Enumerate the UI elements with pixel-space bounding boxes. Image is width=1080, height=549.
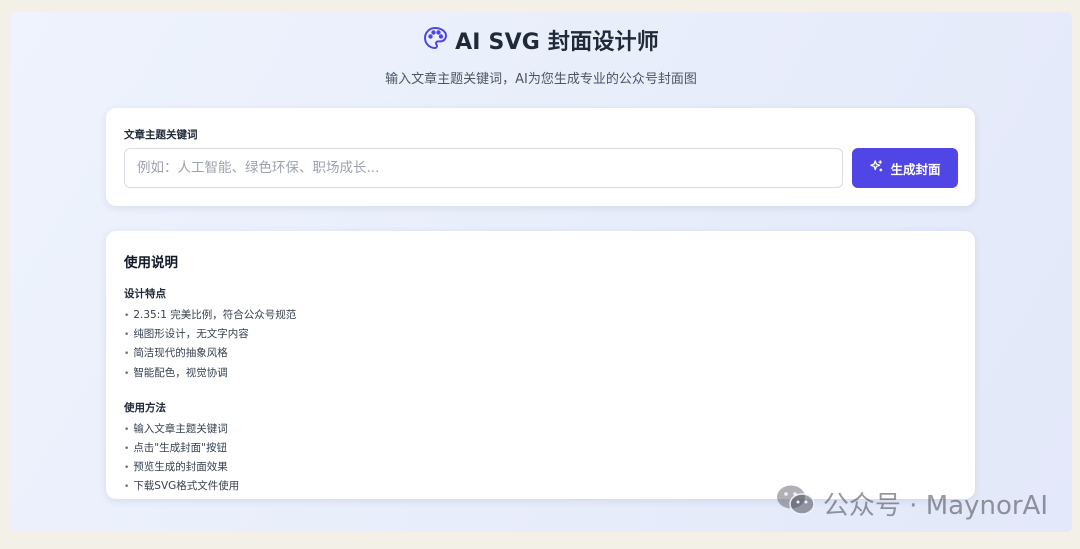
watermark-text: 公众号 · MaynorAI — [822, 491, 1048, 521]
usage-title: 使用方法 — [124, 401, 166, 414]
features-list: 2.35:1 完美比例，符合公众号规范 纯图形设计，无文字内容 简洁现代的抽象风… — [124, 306, 957, 383]
keyword-card: 文章主题关键词 生成封面 — [106, 108, 975, 206]
instructions-card: 使用说明 设计特点 2.35:1 完美比例，符合公众号规范 纯图形设计，无文字内… — [106, 231, 975, 499]
list-item: 预览生成的封面效果 — [124, 458, 957, 477]
generate-cover-button[interactable]: 生成封面 — [852, 148, 958, 188]
title-row: AI SVG 封面设计师 — [10, 24, 1072, 56]
watermark: 公众号 · MaynorAI — [775, 483, 1048, 524]
palette-icon — [423, 26, 448, 54]
page-subtitle: 输入文章主题关键词，AI为您生成专业的公众号封面图 — [385, 72, 697, 87]
wechat-icon — [775, 483, 817, 524]
features-title: 设计特点 — [124, 288, 166, 300]
keyword-label: 文章主题关键词 — [124, 129, 198, 141]
page-header: AI SVG 封面设计师 输入文章主题关键词，AI为您生成专业的公众号封面图 — [10, 24, 1072, 87]
app-window: AI SVG 封面设计师 输入文章主题关键词，AI为您生成专业的公众号封面图 文… — [10, 12, 1072, 532]
list-item: 输入文章主题关键词 — [124, 420, 957, 439]
sparkles-icon — [869, 159, 884, 177]
list-item: 简洁现代的抽象风格 — [124, 344, 957, 363]
list-item: 纯图形设计，无文字内容 — [124, 325, 957, 344]
keyword-input[interactable] — [124, 148, 843, 188]
list-item: 智能配色，视觉协调 — [124, 364, 957, 383]
generate-cover-label: 生成封面 — [890, 161, 941, 177]
instructions-title: 使用说明 — [124, 255, 178, 271]
list-item: 2.35:1 完美比例，符合公众号规范 — [124, 306, 957, 325]
list-item: 点击"生成封面"按钮 — [124, 439, 957, 458]
page-title: AI SVG 封面设计师 — [455, 30, 659, 55]
